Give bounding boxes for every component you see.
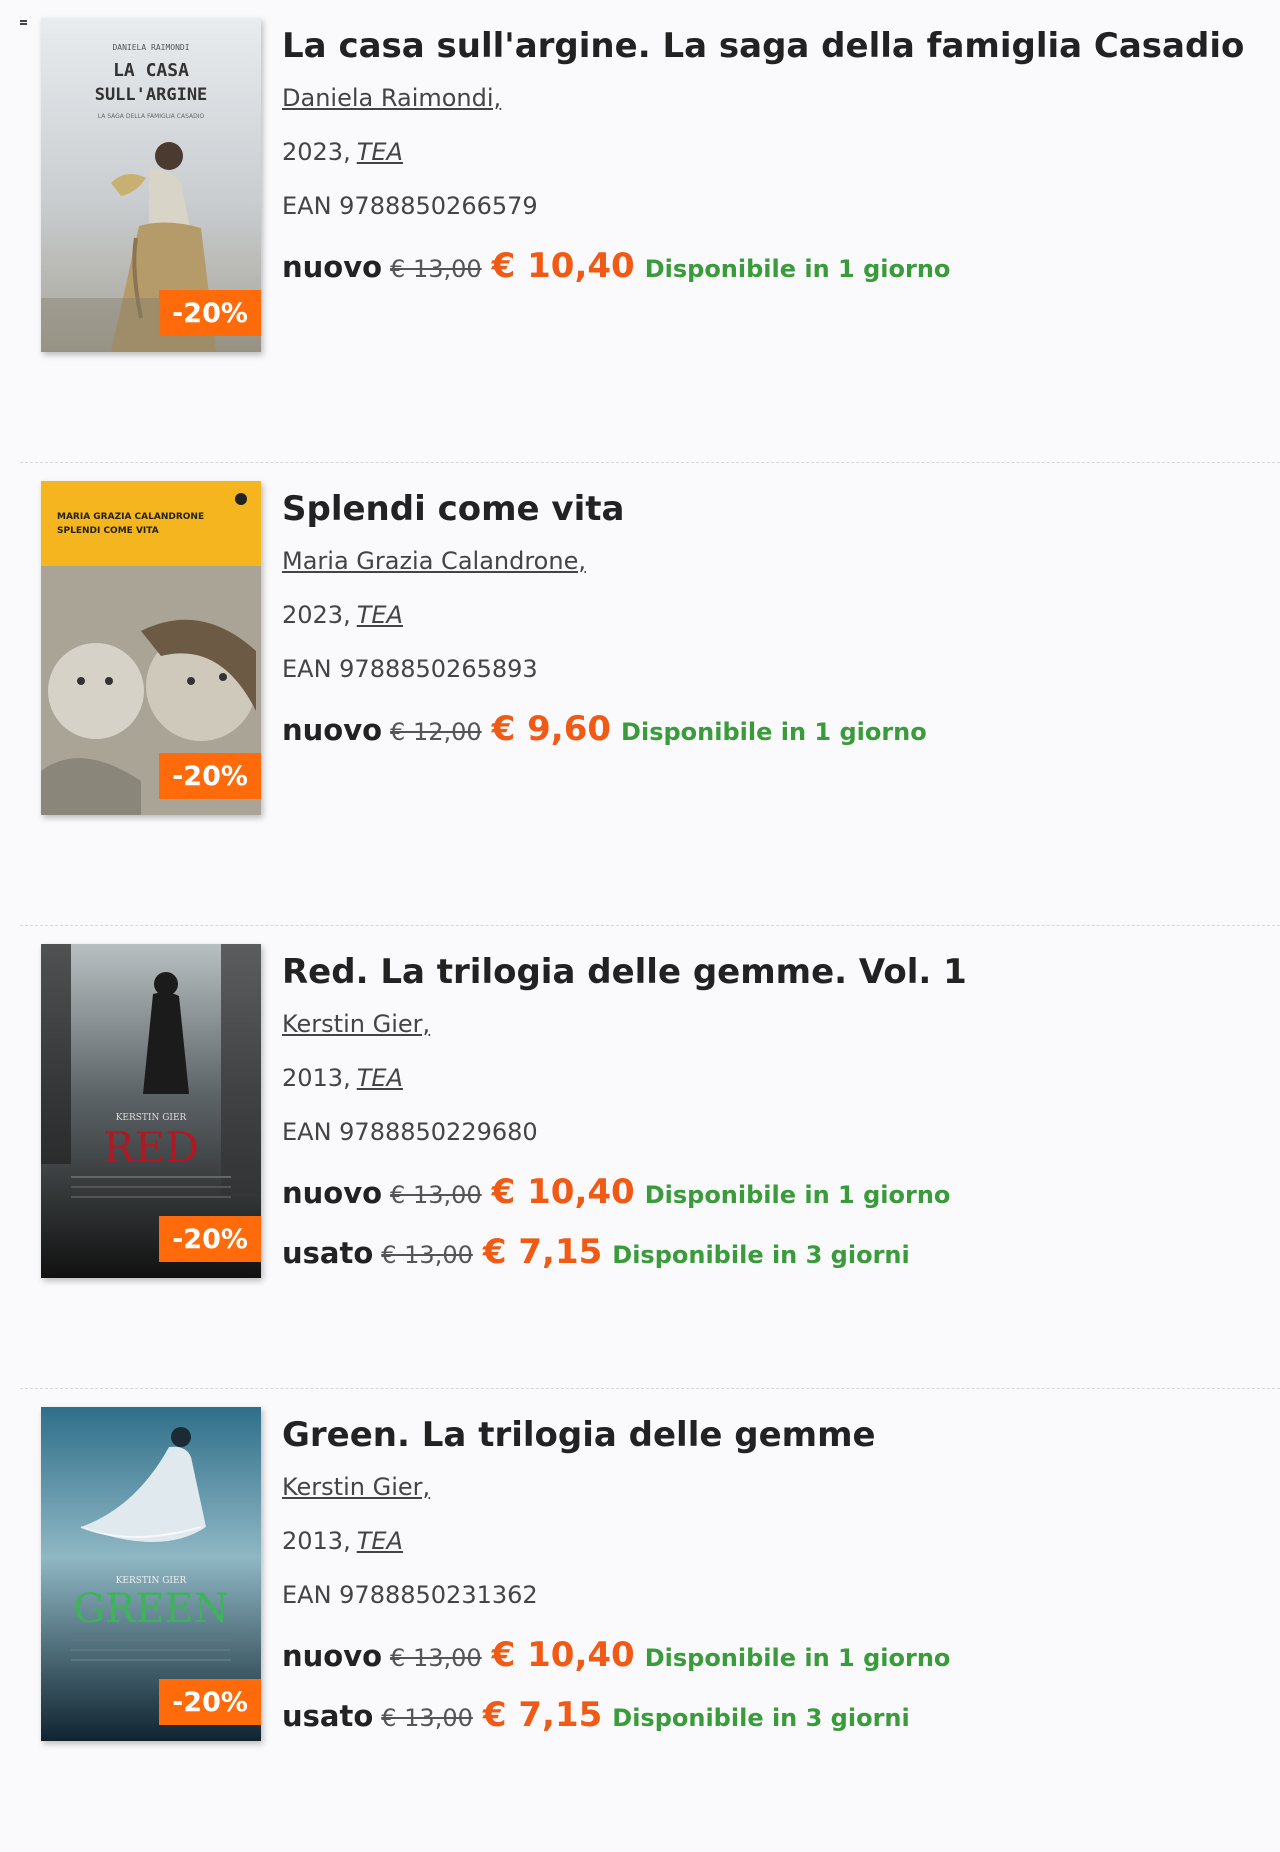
old-price: € 12,00 (390, 718, 482, 746)
condition-label: nuovo (282, 250, 383, 284)
year: 2013, (282, 1527, 351, 1555)
publisher-link[interactable]: TEA (357, 1064, 403, 1092)
year-publisher: 2013, TEA (282, 1525, 1280, 1557)
offer-used[interactable]: usato € 13,00 € 7,15 Disponibile in 3 gi… (282, 1232, 1280, 1272)
condition-label: nuovo (282, 713, 383, 747)
offer-new[interactable]: nuovo € 13,00 € 10,40 Disponibile in 1 g… (282, 246, 1280, 286)
cover-author-text: KERSTIN GIER (116, 1576, 187, 1586)
current-price: € 9,60 (491, 709, 612, 749)
old-price: € 13,00 (390, 1644, 482, 1672)
discount-badge: -20% (159, 1679, 261, 1725)
discount-badge: -20% (159, 753, 261, 799)
cover-title-text: GREEN (73, 1586, 228, 1632)
cover-subtitle: LA SAGA DELLA FAMIGLIA CASADIO (98, 113, 205, 120)
book-item: DANIELA RAIMONDI LA CASA SULL'ARGINE LA … (20, 0, 1280, 463)
availability: Disponibile in 1 giorno (621, 718, 927, 746)
author-link[interactable]: Kerstin Gier, (282, 1471, 430, 1503)
discount-badge: -20% (159, 1216, 261, 1262)
year-publisher: 2013, TEA (282, 1062, 1280, 1094)
author-link[interactable]: Maria Grazia Calandrone, (282, 545, 586, 577)
book-item: MARIA GRAZIA CALANDRONE SPLENDI COME VIT… (20, 463, 1280, 926)
cover-title-line1: LA CASA (113, 60, 189, 81)
cover-title-line2: SULL'ARGINE (95, 85, 208, 105)
book-title[interactable]: Splendi come vita (282, 485, 1280, 533)
cover-title-text: RED (103, 1123, 199, 1172)
book-title[interactable]: Green. La trilogia delle gemme (282, 1411, 1280, 1459)
book-info: La casa sull'argine. La saga della famig… (282, 22, 1280, 286)
condition-label: nuovo (282, 1176, 383, 1210)
year: 2013, (282, 1064, 351, 1092)
cover-author-text: MARIA GRAZIA CALANDRONE (57, 512, 204, 522)
condition-label: nuovo (282, 1639, 383, 1673)
availability: Disponibile in 3 giorni (612, 1241, 910, 1269)
book-list: DANIELA RAIMONDI LA CASA SULL'ARGINE LA … (20, 0, 1280, 1852)
ean-code: EAN 9788850229680 (282, 1118, 538, 1146)
condition-label: usato (282, 1236, 374, 1270)
book-info: Green. La trilogia delle gemme Kerstin G… (282, 1411, 1280, 1735)
current-price: € 7,15 (482, 1695, 603, 1735)
publisher-link[interactable]: TEA (357, 138, 403, 166)
current-price: € 10,40 (491, 1172, 635, 1212)
discount-badge: -20% (159, 290, 261, 336)
offer-used[interactable]: usato € 13,00 € 7,15 Disponibile in 3 gi… (282, 1695, 1280, 1735)
offer-new[interactable]: nuovo € 13,00 € 10,40 Disponibile in 1 g… (282, 1172, 1280, 1212)
availability: Disponibile in 3 giorni (612, 1704, 910, 1732)
current-price: € 10,40 (491, 246, 635, 286)
offer-new[interactable]: nuovo € 12,00 € 9,60 Disponibile in 1 gi… (282, 709, 1280, 749)
current-price: € 7,15 (482, 1232, 603, 1272)
old-price: € 13,00 (381, 1241, 473, 1269)
ean-code: EAN 9788850266579 (282, 192, 538, 220)
book-title[interactable]: Red. La trilogia delle gemme. Vol. 1 (282, 948, 1280, 996)
year-publisher: 2023, TEA (282, 136, 1280, 168)
author-link[interactable]: Daniela Raimondi, (282, 82, 501, 114)
current-price: € 10,40 (491, 1635, 635, 1675)
cover-title-text: SPLENDI COME VITA (57, 526, 159, 536)
publisher-link[interactable]: TEA (357, 601, 403, 629)
book-cover[interactable]: DANIELA RAIMONDI LA CASA SULL'ARGINE LA … (41, 18, 261, 352)
old-price: € 13,00 (390, 1181, 482, 1209)
book-info: Red. La trilogia delle gemme. Vol. 1 Ker… (282, 948, 1280, 1272)
book-item: KERSTIN GIER RED -20% Red. La trilogia d… (20, 926, 1280, 1389)
ean-code: EAN 9788850265893 (282, 655, 538, 683)
cover-author-text: KERSTIN GIER (116, 1113, 187, 1123)
availability: Disponibile in 1 giorno (644, 1644, 951, 1672)
author-link[interactable]: Kerstin Gier, (282, 1008, 430, 1040)
publisher-link[interactable]: TEA (357, 1527, 403, 1555)
condition-label: usato (282, 1699, 374, 1733)
book-item: KERSTIN GIER GREEN -20% Green. La trilog… (20, 1389, 1280, 1852)
year: 2023, (282, 138, 351, 166)
cover-author-text: DANIELA RAIMONDI (112, 43, 189, 52)
book-cover[interactable]: KERSTIN GIER GREEN -20% (41, 1407, 261, 1741)
ean-code: EAN 9788850231362 (282, 1581, 538, 1609)
availability: Disponibile in 1 giorno (644, 1181, 951, 1209)
book-cover[interactable]: KERSTIN GIER RED -20% (41, 944, 261, 1278)
old-price: € 13,00 (390, 255, 482, 283)
book-cover[interactable]: MARIA GRAZIA CALANDRONE SPLENDI COME VIT… (41, 481, 261, 815)
offer-new[interactable]: nuovo € 13,00 € 10,40 Disponibile in 1 g… (282, 1635, 1280, 1675)
year: 2023, (282, 601, 351, 629)
book-info: Splendi come vita Maria Grazia Calandron… (282, 485, 1280, 749)
year-publisher: 2023, TEA (282, 599, 1280, 631)
book-title[interactable]: La casa sull'argine. La saga della famig… (282, 22, 1280, 70)
old-price: € 13,00 (381, 1704, 473, 1732)
availability: Disponibile in 1 giorno (644, 255, 951, 283)
